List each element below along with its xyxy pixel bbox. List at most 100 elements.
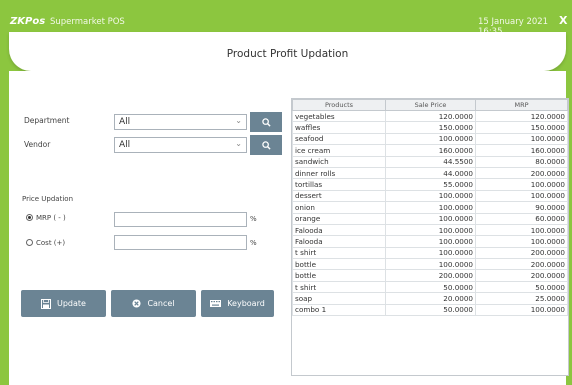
mrp-cell: 200.0000	[475, 166, 568, 180]
update-button[interactable]: Update	[21, 290, 106, 317]
save-icon	[41, 298, 51, 309]
vendor-search-button[interactable]	[250, 135, 282, 155]
product-name-cell: waffles	[292, 121, 386, 134]
sale-price-cell: 120.0000	[385, 109, 476, 123]
radio-selected-icon	[26, 214, 33, 221]
sale-price-cell: 100.0000	[385, 235, 476, 248]
table-row[interactable]: onion 100.0000 90.0000	[292, 201, 568, 214]
table-row[interactable]: Falooda 100.0000 100.0000	[292, 223, 568, 237]
product-name-cell: orange	[292, 212, 386, 225]
table-row[interactable]: vegetables 120.0000 120.0000	[292, 109, 568, 123]
close-button[interactable]: X	[559, 14, 567, 27]
sale-price-cell: 100.0000	[385, 223, 476, 237]
product-name-cell: onion	[292, 201, 386, 214]
department-select-value: All	[119, 117, 131, 127]
cost-radio-label: Cost (+)	[36, 239, 66, 247]
column-header-sale-price[interactable]: Sale Price	[385, 99, 476, 111]
vendor-select[interactable]: All ⌄	[114, 137, 247, 153]
mrp-cell: 90.0000	[475, 201, 568, 214]
mrp-cell: 100.0000	[475, 132, 568, 146]
product-name-cell: Falooda	[292, 223, 386, 237]
mrp-cell: 100.0000	[475, 223, 568, 237]
keyboard-button-label: Keyboard	[227, 299, 265, 308]
table-row[interactable]: combo 1 50.0000 100.0000	[292, 303, 568, 317]
department-select[interactable]: All ⌄	[114, 114, 247, 130]
sale-price-cell: 200.0000	[385, 269, 476, 282]
mrp-percent-input[interactable]	[114, 212, 247, 227]
vendor-select-value: All	[119, 140, 131, 150]
product-name-cell: Falooda	[292, 235, 386, 248]
department-search-button[interactable]	[250, 112, 282, 132]
sale-price-cell: 20.0000	[385, 292, 476, 305]
product-name-cell: seafood	[292, 132, 386, 146]
update-button-label: Update	[57, 299, 86, 308]
sale-price-cell: 50.0000	[385, 280, 476, 294]
table-row[interactable]: bottle 100.0000 200.0000	[292, 258, 568, 271]
mrp-cell: 60.0000	[475, 212, 568, 225]
table-row[interactable]: dinner rolls 44.0000 200.0000	[292, 166, 568, 180]
mrp-cell: 200.0000	[475, 258, 568, 271]
table-row[interactable]: Falooda 100.0000 100.0000	[292, 235, 568, 248]
mrp-cell: 100.0000	[475, 189, 568, 203]
mrp-radio[interactable]: MRP ( - )	[26, 214, 66, 222]
sale-price-cell: 150.0000	[385, 121, 476, 134]
search-icon	[261, 140, 271, 150]
product-name-cell: sandwich	[292, 155, 386, 168]
main-panel: Department All ⌄ Vendor All ⌄ Price Upda…	[9, 71, 569, 385]
product-name-cell: combo 1	[292, 303, 386, 317]
table-row[interactable]: soap 20.0000 25.0000	[292, 292, 568, 305]
mrp-cell: 200.0000	[475, 246, 568, 260]
product-table[interactable]: Products Sale Price MRP vegetables 120.00…	[291, 98, 569, 376]
cost-radio[interactable]: Cost (+)	[26, 239, 65, 247]
column-header-mrp[interactable]: MRP	[475, 99, 568, 111]
cost-percent-input[interactable]	[114, 235, 247, 250]
table-row[interactable]: t shirt 50.0000 50.0000	[292, 280, 568, 294]
table-row[interactable]: t shirt 100.0000 200.0000	[292, 246, 568, 260]
mrp-cell: 120.0000	[475, 109, 568, 123]
app-title: Supermarket POS	[50, 17, 125, 27]
table-row[interactable]: bottle 200.0000 200.0000	[292, 269, 568, 282]
department-label: Department	[24, 116, 70, 125]
sale-price-cell: 100.0000	[385, 201, 476, 214]
cost-percent-sign: %	[250, 239, 257, 247]
sale-price-cell: 100.0000	[385, 258, 476, 271]
mrp-percent-sign: %	[250, 215, 257, 223]
column-header-products[interactable]: Products	[292, 99, 386, 111]
search-icon	[261, 117, 271, 127]
mrp-cell: 100.0000	[475, 303, 568, 317]
mrp-cell: 200.0000	[475, 269, 568, 282]
mrp-cell: 160.0000	[475, 144, 568, 157]
table-row[interactable]: dessert 100.0000 100.0000	[292, 189, 568, 203]
mrp-radio-label: MRP ( - )	[36, 214, 66, 222]
product-name-cell: bottle	[292, 269, 386, 282]
cancel-button-label: Cancel	[147, 299, 175, 308]
product-name-cell: dessert	[292, 189, 386, 203]
table-row[interactable]: orange 100.0000 60.0000	[292, 212, 568, 225]
sale-price-cell: 50.0000	[385, 303, 476, 317]
product-name-cell: dinner rolls	[292, 166, 386, 180]
product-name-cell: vegetables	[292, 109, 386, 123]
table-row[interactable]: tortillas 55.0000 100.0000	[292, 178, 568, 191]
app-logo: ZKPos	[10, 16, 46, 27]
sale-price-cell: 44.5500	[385, 155, 476, 168]
mrp-cell: 25.0000	[475, 292, 568, 305]
table-row[interactable]: ice cream 160.0000 160.0000	[292, 144, 568, 157]
sale-price-cell: 100.0000	[385, 189, 476, 203]
chevron-down-icon: ⌄	[235, 139, 242, 148]
mrp-cell: 100.0000	[475, 178, 568, 191]
page-header: Product Profit Updation	[9, 32, 566, 71]
chevron-down-icon: ⌄	[235, 116, 242, 125]
page-title: Product Profit Updation	[226, 48, 349, 60]
product-name-cell: t shirt	[292, 246, 386, 260]
mrp-cell: 150.0000	[475, 121, 568, 134]
product-name-cell: soap	[292, 292, 386, 305]
radio-unselected-icon	[26, 239, 33, 246]
cancel-button[interactable]: Cancel	[111, 290, 196, 317]
table-row[interactable]: waffles 150.0000 150.0000	[292, 121, 568, 134]
mrp-cell: 80.0000	[475, 155, 568, 168]
table-row[interactable]: sandwich 44.5500 80.0000	[292, 155, 568, 168]
keyboard-button[interactable]: Keyboard	[201, 290, 274, 317]
table-row[interactable]: seafood 100.0000 100.0000	[292, 132, 568, 146]
sale-price-cell: 100.0000	[385, 246, 476, 260]
table-header-row: Products Sale Price MRP	[292, 99, 568, 111]
